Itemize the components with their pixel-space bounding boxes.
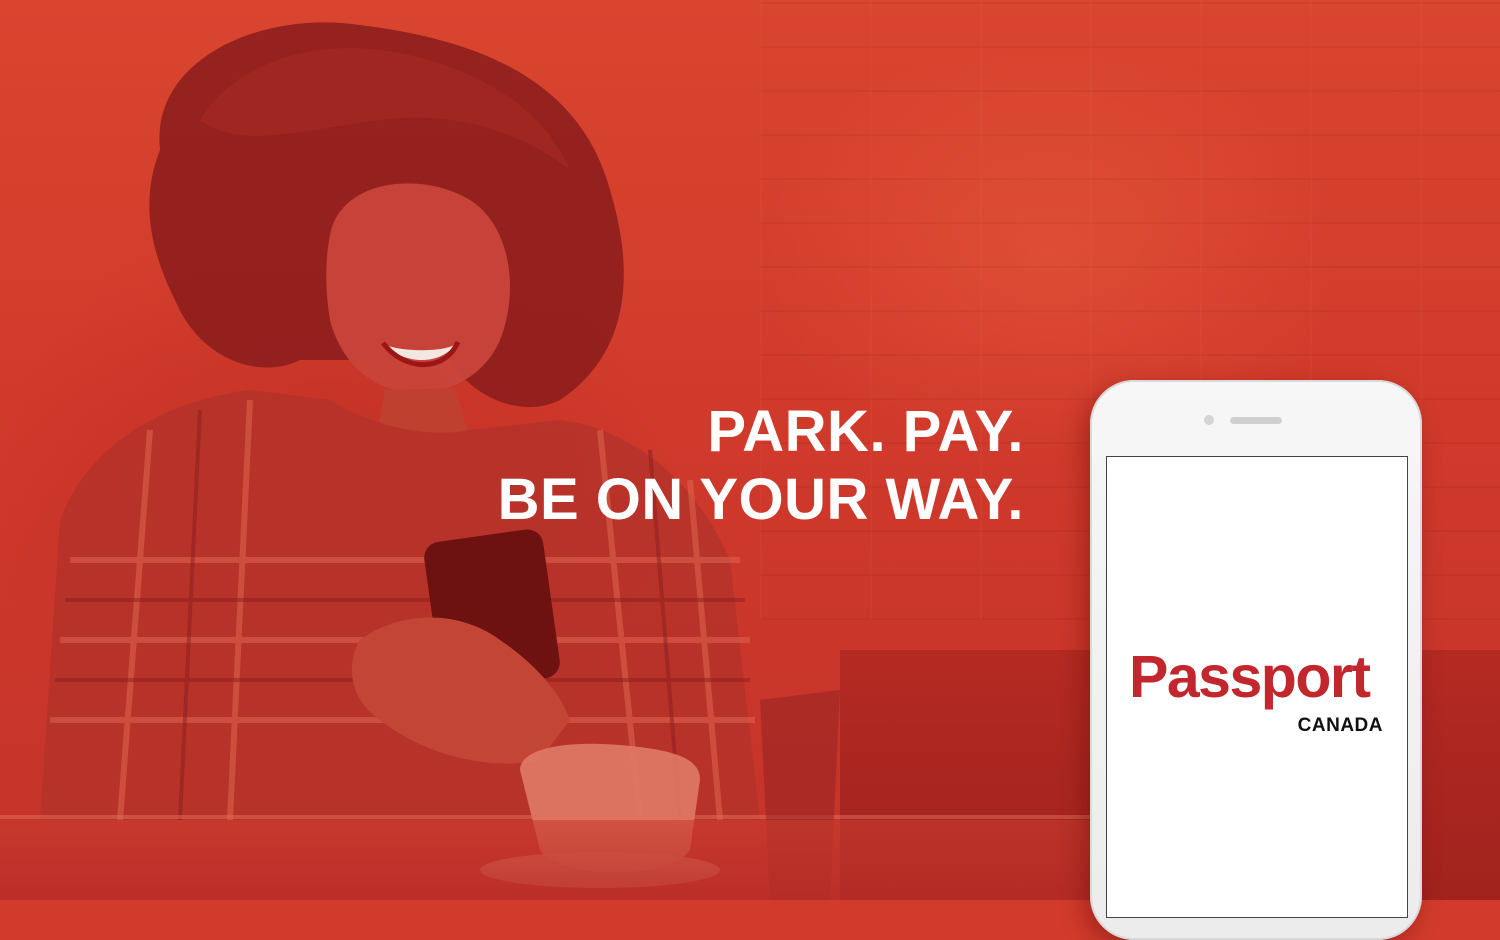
headline-line-1: PARK. PAY. xyxy=(707,399,1024,464)
passport-logo: Passport xyxy=(1129,644,1371,710)
phone-mockup: Passport CANADA xyxy=(1090,380,1422,940)
logo-region-label: CANADA xyxy=(1297,715,1383,736)
headline-line-2: BE ON YOUR WAY. xyxy=(497,467,1024,532)
camera-dot-icon xyxy=(1204,415,1214,425)
headline: PARK. PAY. BE ON YOUR WAY. xyxy=(498,398,1024,534)
table-surface xyxy=(0,820,1100,900)
speaker-slot-icon xyxy=(1230,417,1282,424)
phone-screen: Passport CANADA xyxy=(1106,456,1408,918)
